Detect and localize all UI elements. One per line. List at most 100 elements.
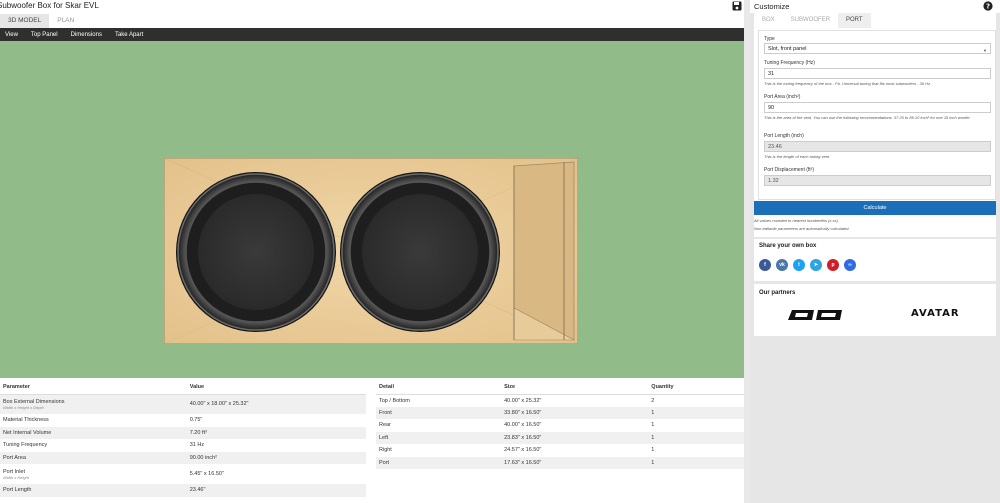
- detail-size: 24.57" x 16.50": [504, 447, 542, 454]
- detail-qty: 1: [648, 456, 744, 469]
- table-row: Net Internal Volume 7.20 ft³: [0, 426, 366, 439]
- pinterest-icon[interactable]: p: [827, 259, 839, 271]
- menu-dimensions[interactable]: Dimensions: [66, 32, 102, 38]
- table-row: Port 17.63" x 16.50" 1: [376, 456, 744, 469]
- detail-qty: 1: [648, 431, 744, 444]
- title-row: Subwoofer Box for Skar EVL: [0, 0, 744, 13]
- param-value: 5.45" x 16.50": [189, 471, 224, 477]
- param-name: Net Internal Volume: [0, 426, 187, 439]
- save-icon[interactable]: [732, 1, 742, 11]
- detail-size: 40.00" x 16.50": [504, 422, 542, 429]
- help-icon[interactable]: ?: [983, 1, 993, 11]
- table-row: Tuning Frequency 31 Hz: [0, 439, 366, 452]
- param-sub: Width x Height x Depth: [3, 404, 44, 410]
- param-value: 31 Hz: [189, 442, 205, 449]
- param-name: Port Area: [0, 451, 187, 464]
- param-value: 90.00 inch²: [186, 451, 366, 464]
- menu-top-panel[interactable]: Top Panel: [26, 32, 58, 38]
- customize-tabs: BOX SUBWOOFER PORT: [754, 13, 871, 28]
- tab-box[interactable]: BOX: [754, 13, 783, 28]
- partners-title: Our partners: [759, 290, 796, 296]
- tab-3d-model[interactable]: 3D MODEL: [0, 14, 50, 28]
- menubar: View Top Panel Dimensions Take Apart: [0, 28, 744, 41]
- rounding-note: All values rounded to nearest hundredths…: [754, 218, 839, 223]
- param-value: 23.46": [186, 484, 366, 497]
- table-row: Rear 40.00" x 16.50" 1: [376, 419, 744, 432]
- telegram-icon[interactable]: ➤: [810, 259, 822, 271]
- app-root: Subwoofer Box for Skar EVL 3D MODEL PLAN…: [0, 0, 1000, 503]
- tuning-label: Tuning Frequency (Hz): [764, 60, 815, 66]
- param-name: Box External Dimensions: [3, 398, 65, 405]
- menu-view[interactable]: View: [0, 32, 18, 38]
- detail-qty: 1: [648, 406, 744, 419]
- table-row: Material Thickness 0.75": [0, 414, 366, 427]
- share-title: Share your own box: [759, 243, 817, 249]
- woofer-left: [176, 172, 336, 332]
- port-area-input[interactable]: 90: [764, 102, 991, 113]
- calculate-button[interactable]: Calculate: [754, 201, 996, 215]
- chevron-down-icon: ▼: [983, 48, 987, 53]
- page-title: Subwoofer Box for Skar EVL: [0, 1, 99, 10]
- detail-name: Port: [376, 456, 502, 469]
- type-label: Type: [764, 36, 775, 42]
- param-value: 0.75": [189, 417, 203, 424]
- param-value: 40.00" x 18.00" x 25.32": [186, 394, 366, 414]
- customize-header: Customize ?: [750, 0, 1000, 13]
- avatar-logo[interactable]: AVATAR: [911, 308, 960, 319]
- partners-section: Our partners AVATAR: [754, 284, 996, 336]
- table-row: Right 24.57" x 16.50" 1: [376, 444, 744, 457]
- port-length-field: 23.46: [764, 141, 991, 152]
- length-help: This is the length of each tuning vent: [764, 154, 830, 159]
- share-section: Share your own box f vk t ➤ p ∞: [754, 239, 996, 281]
- table-row: Top / Bottom 40.00" x 25.32" 2: [376, 394, 744, 407]
- view-tabs: 3D MODEL PLAN: [0, 14, 82, 28]
- detail-qty: 2: [651, 397, 655, 404]
- customize-body: BOX SUBWOOFER PORT Type Slot, front pane…: [754, 13, 996, 237]
- detail-name: Front: [376, 406, 502, 419]
- detail-qty: 1: [651, 422, 655, 429]
- table-row: Port Inlet Width x Height 5.45" x 16.50": [0, 464, 366, 484]
- length-label: Port Length (inch): [764, 133, 804, 139]
- dd-logo[interactable]: [788, 309, 844, 321]
- area-help: This is the area of the vent. You can us…: [764, 115, 970, 120]
- details-table: Detail Size Quantity Top / Bottom 40.00"…: [376, 380, 744, 469]
- tab-subwoofer[interactable]: SUBWOOFER: [783, 13, 838, 28]
- port-type-value: Slot, front panel: [768, 46, 807, 52]
- tab-port[interactable]: PORT: [838, 13, 871, 28]
- param-name: Port Length: [0, 484, 187, 497]
- table-row: Front 33.80" x 16.50" 1: [376, 406, 744, 419]
- param-name: Tuning Frequency: [3, 442, 48, 449]
- tuning-frequency-input[interactable]: 31: [764, 68, 991, 79]
- detail-name: Top / Bottom: [379, 397, 410, 404]
- parameters-table: Parameter Value Box External Dimensions W…: [0, 380, 366, 497]
- auto-calc-note: Non-editable parameters are automaticall…: [754, 226, 850, 231]
- param-name: Port Inlet: [3, 468, 26, 475]
- share-icons: f vk t ➤ p ∞: [759, 259, 861, 271]
- column-header-parameter: Parameter: [0, 380, 187, 395]
- column-header-detail: Detail: [376, 380, 502, 395]
- detail-size: 17.63" x 16.50": [501, 456, 649, 469]
- displacement-label: Port Displacement (ft³): [764, 167, 815, 173]
- port-displacement-field: 1.32: [764, 175, 991, 186]
- port-type-select[interactable]: Slot, front panel ▼: [764, 43, 991, 54]
- 3d-viewport[interactable]: [0, 41, 744, 378]
- link-icon[interactable]: ∞: [844, 259, 856, 271]
- woofer-right: [340, 172, 500, 332]
- tab-plan[interactable]: PLAN: [49, 14, 82, 28]
- param-name: Material Thickness: [3, 417, 49, 424]
- facebook-icon[interactable]: f: [759, 259, 771, 271]
- detail-size: 40.00" x 25.32": [504, 397, 542, 404]
- twitter-icon[interactable]: t: [793, 259, 805, 271]
- svg-text:?: ?: [986, 3, 990, 11]
- menu-take-apart[interactable]: Take Apart: [110, 32, 143, 38]
- customize-title: Customize: [754, 2, 790, 11]
- subwoofer-box-model[interactable]: [164, 158, 578, 344]
- vk-icon[interactable]: vk: [776, 259, 788, 271]
- detail-name: Right: [379, 447, 392, 454]
- param-value: 7.20 ft³: [186, 426, 366, 439]
- detail-name: Left: [376, 431, 502, 444]
- table-row: Port Length 23.46": [0, 484, 366, 497]
- column-header-value: Value: [186, 380, 366, 395]
- column-header-size: Size: [501, 380, 649, 395]
- table-row: Port Area 90.00 inch²: [0, 451, 366, 464]
